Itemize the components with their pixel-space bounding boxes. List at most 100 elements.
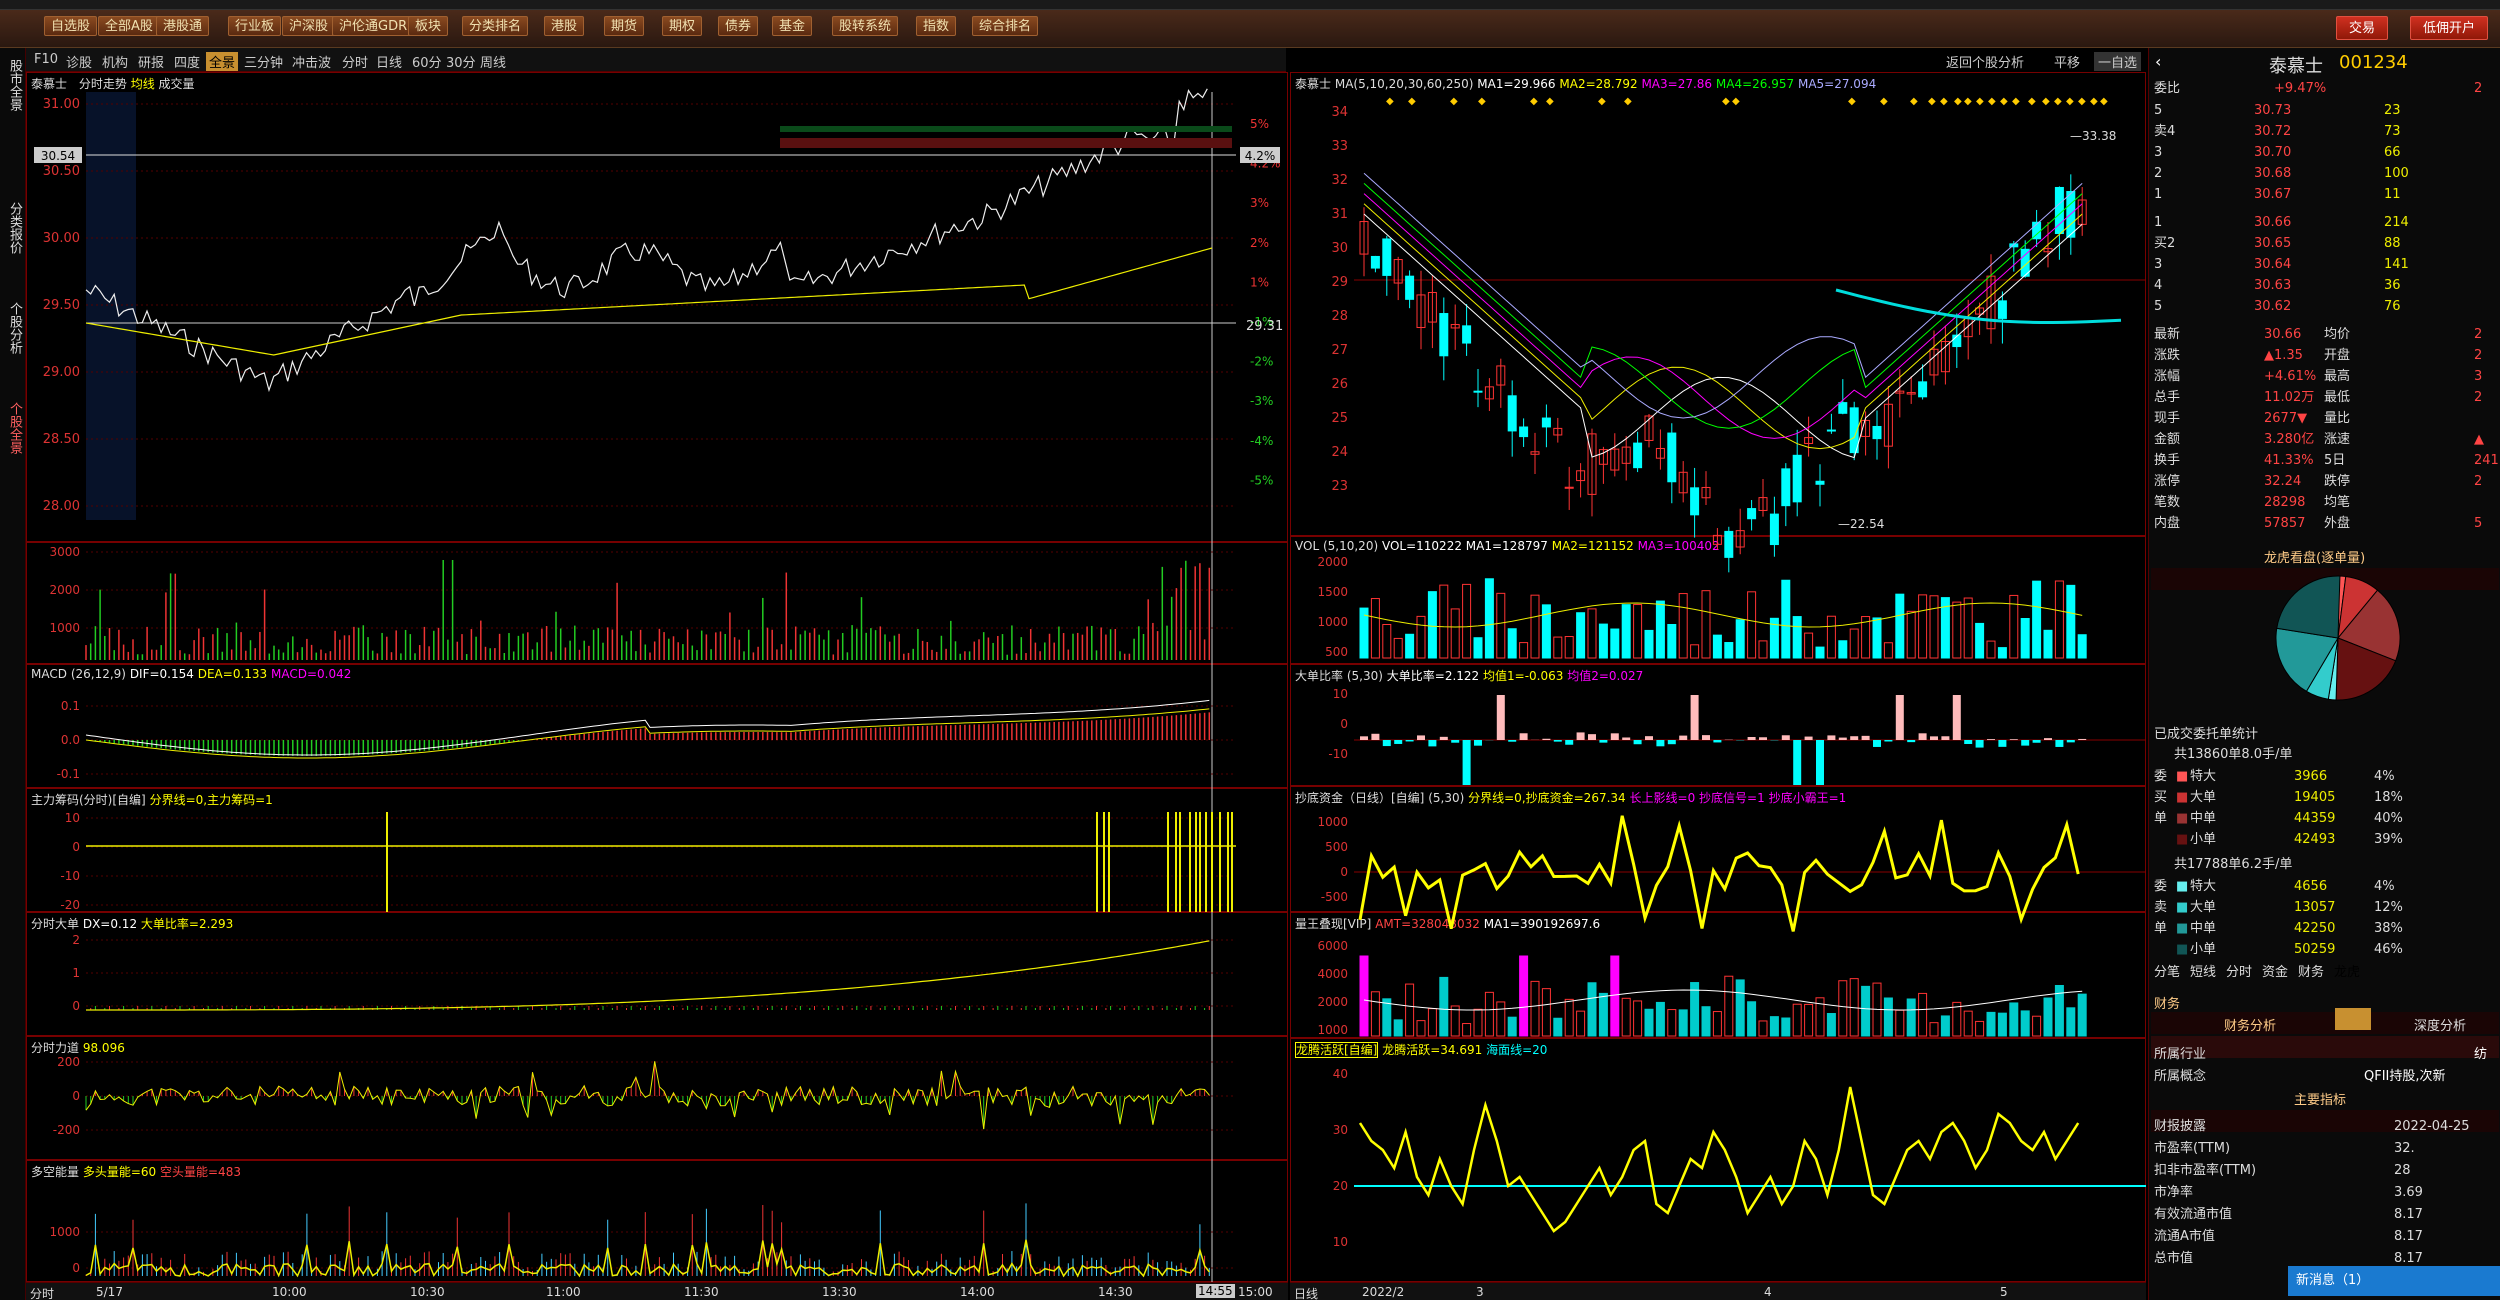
bigr-val: 大单比率=2.122 <box>1386 669 1480 683</box>
subbar-4[interactable]: 四度 <box>174 52 200 71</box>
left-tab-2[interactable]: 个股分析 <box>2 288 22 368</box>
toolbar-btn-2[interactable]: 港股通 <box>156 16 210 36</box>
pan-button[interactable]: 平移 <box>2054 52 2080 71</box>
stat-row: 笔数 28298 均笔 <box>2154 492 2494 514</box>
macd-dea: DEA=0.133 <box>197 667 268 681</box>
ask-price: 30.67 <box>2254 187 2292 202</box>
intraday-price-pane[interactable]: 泰慕士 分时走势 均线 成交量 <box>26 72 1288 542</box>
toolbar-btn-0[interactable]: 自选股 <box>44 16 98 36</box>
toolbar-btn-4[interactable]: 沪深股 <box>282 16 336 36</box>
watchlist-select[interactable]: 一自选 <box>2094 52 2142 71</box>
kvol-title: VOL <box>1295 539 1320 553</box>
buy-pct: 39% <box>2374 832 2403 847</box>
ask-price: 30.70 <box>2254 145 2292 160</box>
kline-bottomfund-pane[interactable]: 抄底资金（日线）[自编] (5,30) 分界线=0,抄底资金=267.34 长上… <box>1290 786 2146 912</box>
subbar-1[interactable]: 诊股 <box>66 52 92 71</box>
kline-king-pane[interactable]: 量王叠现[VIP] AMT=328048032 MA1=390192697.6 <box>1290 912 2146 1038</box>
stat-label: 现手 <box>2154 411 2181 426</box>
title-bar <box>0 0 2500 10</box>
fin-label: 有效流通市值 <box>2154 1207 2233 1222</box>
left-tab-1[interactable]: 分类报价 <box>2 188 22 268</box>
intraday-stock-name: 泰慕士 <box>31 77 68 91</box>
left-tab-3[interactable]: 个股全景 <box>2 388 22 468</box>
quote-tab: 资金 <box>2262 965 2289 980</box>
depth-analysis-tab: 深度分析 <box>2414 1019 2467 1034</box>
toolbar-btn-9[interactable]: 期货 <box>604 16 645 36</box>
subbar-5[interactable]: 全景 <box>206 52 239 71</box>
force-pane[interactable]: 分时力道 98.096 <box>26 1036 1288 1160</box>
quote-tab: 短线 <box>2190 965 2217 980</box>
open-account-button[interactable]: 低佣开户 <box>2410 16 2489 40</box>
subbar-8[interactable]: 分时 <box>342 52 368 71</box>
toolbar-btn-12[interactable]: 基金 <box>772 16 813 36</box>
ask-volume: 100 <box>2384 166 2409 181</box>
ls-title: 多空能量 <box>31 1165 80 1179</box>
kline-vol-pane[interactable]: VOL (5,10,20) VOL=110222 MA1=128797 MA2=… <box>1290 536 2146 664</box>
stat-value: +4.61% <box>2264 369 2317 384</box>
stat-label: 涨停 <box>2154 474 2181 489</box>
subbar-10[interactable]: 60分 <box>412 52 442 71</box>
buy-row: 单 ■ 中单 44359 40% <box>2154 808 2494 830</box>
stat-label: 内盘 <box>2154 516 2181 531</box>
bid-level: 5 <box>2154 299 2163 314</box>
stat-row: 金额 3.280亿 涨速 ▲ <box>2154 429 2494 451</box>
kline-dragon-pane[interactable]: 龙腾活跃[自编] 龙腾活跃=34.691 海面线=20 <box>1290 1038 2146 1282</box>
big-title: 分时大单 <box>31 917 80 931</box>
toolbar-btn-10[interactable]: 期权 <box>662 16 703 36</box>
deal-title: 已成交委托单统计 <box>2154 727 2259 742</box>
dragon-sea: 海面线=20 <box>1486 1043 1548 1057</box>
subbar-7[interactable]: 冲击波 <box>292 52 331 71</box>
trade-button[interactable]: 交易 <box>2336 16 2389 40</box>
dragon-header-row: 龙虎看盘(逐单量) <box>2154 548 2494 570</box>
quote-rows: 委比 +9.47% 2 5 30.73 23 卖4 30.72 73 3 30.70 66 2 30.68… <box>2148 78 2500 1300</box>
quote-tab: 财务 <box>2298 965 2325 980</box>
toolbar-btn-6[interactable]: 板块 <box>408 16 449 36</box>
news-notification[interactable]: 新消息（1） <box>2288 1266 2500 1296</box>
stat-value: 3.280亿 <box>2264 432 2315 447</box>
chip-pane[interactable]: 主力筹码(分时)[自编] 分界线=0,主力筹码=1 <box>26 788 1288 912</box>
buy-volume: 19405 <box>2294 790 2336 805</box>
toolbar-btn-7[interactable]: 分类排名 <box>462 16 529 36</box>
toolbar-btn-5[interactable]: 沪伦通GDR <box>332 16 415 36</box>
time-label-7: 14:30 <box>1098 1285 1133 1299</box>
fin-row: 扣非市盈率(TTM) 28 <box>2154 1160 2494 1182</box>
intraday-volume-pane[interactable] <box>26 542 1288 664</box>
subbar-0[interactable]: F10 <box>34 52 58 67</box>
toolbar-btn-11[interactable]: 债券 <box>718 16 759 36</box>
back-icon[interactable]: ‹ <box>2155 52 2161 71</box>
subbar-9[interactable]: 日线 <box>376 52 402 71</box>
subbar-11[interactable]: 30分 <box>446 52 476 71</box>
concept-row: 所属概念 QFII持股,次新 <box>2154 1066 2494 1088</box>
stat-label: 笔数 <box>2154 495 2181 510</box>
buy-row: 委 ■ 特大 3966 4% <box>2154 766 2494 788</box>
bigorder-pane[interactable]: 分时大单 DX=0.12 大单比率=2.293 <box>26 912 1288 1036</box>
toolbar-btn-3[interactable]: 行业板 <box>228 16 282 36</box>
longshort-pane[interactable]: 多空能量 多头量能=60 空头量能=483 <box>26 1160 1288 1282</box>
buy-type: 特大 <box>2190 769 2217 784</box>
buy-volume: 3966 <box>2294 769 2328 784</box>
fin-label: 财报披露 <box>2154 1119 2207 1134</box>
back-to-analysis[interactable]: 返回个股分析 <box>1946 52 2024 71</box>
ask-price: 30.73 <box>2254 103 2292 118</box>
subbar-6[interactable]: 三分钟 <box>244 52 283 71</box>
stat-row: 总手 11.02万 最低 2 <box>2154 387 2494 409</box>
fin-label: 扣非市盈率(TTM) <box>2154 1163 2257 1178</box>
kline-pane[interactable]: 泰慕士 MA(5,10,20,30,60,250) MA1=29.966 MA2… <box>1290 72 2146 536</box>
toolbar-btn-8[interactable]: 港股 <box>544 16 585 36</box>
sell-type: 小单 <box>2190 942 2217 957</box>
intraday-title2: 分时走势 <box>78 77 127 91</box>
toolbar-btn-15[interactable]: 综合排名 <box>972 16 1039 36</box>
subbar-2[interactable]: 机构 <box>102 52 128 71</box>
stat-value: 30.66 <box>2264 327 2302 342</box>
toolbar-btn-14[interactable]: 指数 <box>916 16 957 36</box>
stat-label2: 跌停 <box>2324 474 2351 489</box>
sell-swatch: ■ <box>2176 942 2189 957</box>
kline-bigrate-pane[interactable]: 大单比率 (5,30) 大单比率=2.122 均值1=-0.063 均值2=0.… <box>1290 664 2146 786</box>
toolbar-btn-1[interactable]: 全部A股 <box>98 16 160 36</box>
left-tab-0[interactable]: 股市全景 <box>2 50 22 120</box>
kline-ma3: MA3=27.86 <box>1641 77 1713 91</box>
subbar-12[interactable]: 周线 <box>480 52 506 71</box>
toolbar-btn-13[interactable]: 股转系统 <box>832 16 899 36</box>
subbar-3[interactable]: 研报 <box>138 52 164 71</box>
macd-pane[interactable]: MACD (26,12,9) DIF=0.154 DEA=0.133 MACD=… <box>26 664 1288 788</box>
